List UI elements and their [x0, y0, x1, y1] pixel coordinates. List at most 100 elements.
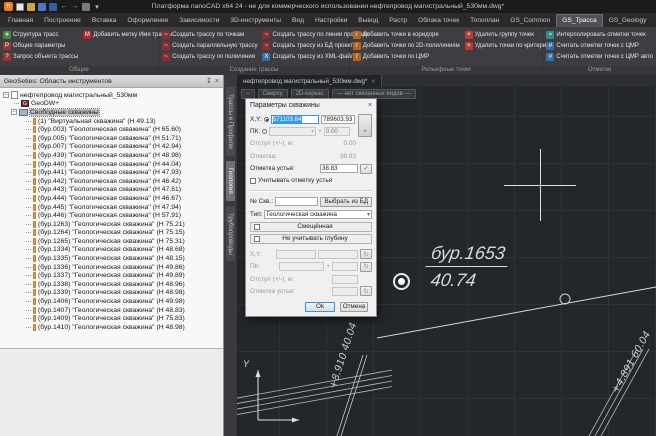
well-tree-item[interactable]: (бур.439) "Геологическая скважина" (H 48…: [0, 151, 223, 160]
open-file-icon[interactable]: [27, 3, 35, 11]
save-all-icon[interactable]: [49, 3, 57, 11]
offset2-input[interactable]: [332, 275, 358, 284]
ribbon-tab[interactable]: 3D-инструменты: [225, 15, 286, 27]
palette-side-tab[interactable]: Трассы и Профили: [226, 87, 235, 156]
collapse-icon[interactable]: −: [3, 92, 9, 98]
ribbon-item[interactable]: Считать отметки точек с ЦМР: [546, 40, 653, 51]
ribbon-tab[interactable]: GS_Трасса: [556, 14, 602, 27]
ribbon-tab[interactable]: Оформление: [122, 15, 173, 27]
well-tree-item[interactable]: (бур.1338) "Геологическая скважина" (H 4…: [0, 280, 223, 289]
well-tree-item[interactable]: (бур.1339) "Геологическая скважина" (H 4…: [0, 289, 223, 298]
well-tree-item[interactable]: (бур.1336) "Геологическая скважина" (H 4…: [0, 263, 223, 272]
document-close-icon[interactable]: ×: [371, 78, 375, 85]
refresh-mouth-button[interactable]: ↻: [360, 286, 372, 296]
ribbon-item[interactable]: Добавить точки по 2D-полилиниям: [353, 40, 460, 51]
y-input[interactable]: 789603.93: [321, 115, 355, 124]
document-tab[interactable]: нефтепровод магистральный_530мм.dwg* ×: [237, 75, 382, 87]
ribbon-tab[interactable]: Главная: [3, 15, 38, 27]
ribbon-tab[interactable]: GS_Geology: [604, 15, 652, 27]
ribbon-item[interactable]: Создать трассу по точкам: [162, 29, 257, 40]
mouth-mark-input[interactable]: 38.83: [320, 164, 358, 173]
pk-offset-input[interactable]: 0.00: [324, 127, 350, 136]
mouth2-input[interactable]: [332, 287, 358, 296]
apply-check-button[interactable]: ✓: [360, 164, 372, 174]
x-input[interactable]: 571103.84: [271, 115, 319, 124]
tree-root-row[interactable]: − нефтепровод магистральный_530мм: [0, 91, 223, 100]
model-space[interactable]: −Сверху2D-каркас— нет связанных видов —: [237, 87, 656, 436]
ribbon-tab[interactable]: Облака точек: [413, 15, 464, 27]
pk-select[interactable]: [269, 127, 316, 136]
use-mouth-checkbox[interactable]: [250, 178, 256, 184]
well-tree-item[interactable]: (бур.1409) "Геологическая скважина" (H 7…: [0, 314, 223, 323]
well-tree-item[interactable]: (бур.1334) "Геологическая скважина" (H 4…: [0, 246, 223, 255]
ok-button[interactable]: Ok: [305, 302, 335, 312]
no-depth-option[interactable]: Не учитывать глубину: [250, 234, 372, 244]
type-select[interactable]: Геологическая скважина: [264, 210, 372, 219]
close-icon[interactable]: ×: [215, 78, 219, 85]
ribbon-item[interactable]: Добавить точки по ЦМР: [353, 51, 460, 62]
well-tree-item[interactable]: (бур.005) "Геологическая скважина" (H 51…: [0, 134, 223, 143]
ribbon-tab[interactable]: Настройки: [310, 15, 352, 27]
well-tree-item[interactable]: (бур.1335) "Геологическая скважина" (H 4…: [0, 254, 223, 263]
well-number-input[interactable]: [275, 197, 318, 206]
cancel-button[interactable]: Отмена: [340, 302, 368, 312]
ribbon-tab[interactable]: Топоплан: [465, 15, 504, 27]
well-tree-item[interactable]: (бур.1263) "Геологическая скважина" (H 7…: [0, 220, 223, 229]
pick-from-db-button[interactable]: Выбрать из БД: [320, 197, 372, 207]
refresh-xy-button[interactable]: ↻: [360, 249, 372, 259]
well-tree-item[interactable]: (бур.441) "Геологическая скважина" (H 47…: [0, 168, 223, 177]
ribbon-item[interactable]: Считать отметки точек с ЦМР авто: [546, 51, 653, 62]
print-icon[interactable]: [82, 3, 90, 11]
ribbon-tab[interactable]: Вывод: [353, 15, 383, 27]
ribbon-tab[interactable]: Вставка: [87, 15, 122, 27]
pk-radio[interactable]: [262, 129, 267, 134]
pin-icon[interactable]: ↧: [206, 77, 212, 85]
well-tree-item[interactable]: (бур.444) "Геологическая скважина" (H 46…: [0, 194, 223, 203]
ribbon-item[interactable]: Создать трассу по полилинии: [162, 51, 257, 62]
new-file-icon[interactable]: [16, 3, 24, 11]
well-tree-item[interactable]: (бур.446) "Геологическая скважина" (H 57…: [0, 211, 223, 220]
well-tree-item[interactable]: (бур.440) "Геологическая скважина" (H 44…: [0, 160, 223, 169]
well-tree-item[interactable]: (бур.1410) "Геологическая скважина" (H 4…: [0, 323, 223, 332]
palette-side-tab[interactable]: Геология: [226, 161, 235, 201]
well-tree-item[interactable]: (1) "Виртуальная скважина" (H 49.13): [0, 117, 223, 126]
well-tree-item[interactable]: (бур.1407) "Геологическая скважина" (H 4…: [0, 306, 223, 315]
well-tree-item[interactable]: (бур.1264) "Геологическая скважина" (H 7…: [0, 229, 223, 238]
dialog-close-icon[interactable]: ×: [368, 102, 372, 109]
pk2-offset-input[interactable]: [332, 262, 358, 271]
pick-on-screen-button[interactable]: ⌖: [358, 114, 372, 137]
tree-folder-row[interactable]: − Свободные скважины: [0, 108, 223, 117]
ribbon-tab[interactable]: GS_Common: [505, 15, 555, 27]
ribbon-item[interactable]: Интерполировать отметки точек: [546, 29, 653, 40]
tree-geodw-row[interactable]: G GeoDW+: [0, 100, 223, 109]
ribbon-item[interactable]: Общие параметры: [3, 40, 78, 51]
qat-menu-icon[interactable]: ▾: [93, 3, 101, 11]
pk2-input[interactable]: [279, 262, 324, 271]
xy-radio[interactable]: [264, 117, 269, 122]
ribbon-tab[interactable]: Растр: [384, 15, 412, 27]
save-icon[interactable]: [38, 3, 46, 11]
ribbon-item[interactable]: Удалить группу точек: [465, 29, 554, 40]
ribbon-item[interactable]: Создать параллельную трассу: [162, 40, 257, 51]
ribbon-item[interactable]: Структура трасс: [3, 29, 78, 40]
ribbon-item[interactable]: Запрос объекта трассы: [3, 51, 78, 62]
ribbon-tab[interactable]: Построение: [39, 15, 86, 27]
nanocad-logo[interactable]: n: [4, 2, 13, 11]
back-icon[interactable]: ←: [60, 3, 68, 11]
dialog-title-bar[interactable]: Параметры скважины ×: [246, 99, 376, 111]
palette-side-tab[interactable]: Трубопроводы: [226, 206, 235, 262]
well-tree-item[interactable]: (бур.442) "Геологическая скважина" (H 46…: [0, 177, 223, 186]
well-tree-item[interactable]: (бур.445) "Геологическая скважина" (H 47…: [0, 203, 223, 212]
well-tree-item[interactable]: (бур.1337) "Геологическая скважина" (H 4…: [0, 271, 223, 280]
ribbon-tab[interactable]: Зависимости: [174, 15, 224, 27]
refresh-pk-button[interactable]: ↻: [360, 262, 372, 272]
collapse-icon[interactable]: −: [11, 109, 17, 115]
well-tree-item[interactable]: (бур.007) "Геологическая скважина" (H 42…: [0, 143, 223, 152]
shifted-checkbox[interactable]: [254, 224, 260, 230]
x2-input[interactable]: [276, 250, 316, 259]
well-tree-item[interactable]: (бур.1265) "Геологическая скважина" (H 7…: [0, 237, 223, 246]
well-tree-item[interactable]: (бур.003) "Геологическая скважина" (H 65…: [0, 125, 223, 134]
y2-input[interactable]: [318, 250, 358, 259]
well-tree-item[interactable]: (бур.1406) "Геологическая скважина" (H 4…: [0, 297, 223, 306]
borehole-symbol[interactable]: [393, 273, 410, 290]
